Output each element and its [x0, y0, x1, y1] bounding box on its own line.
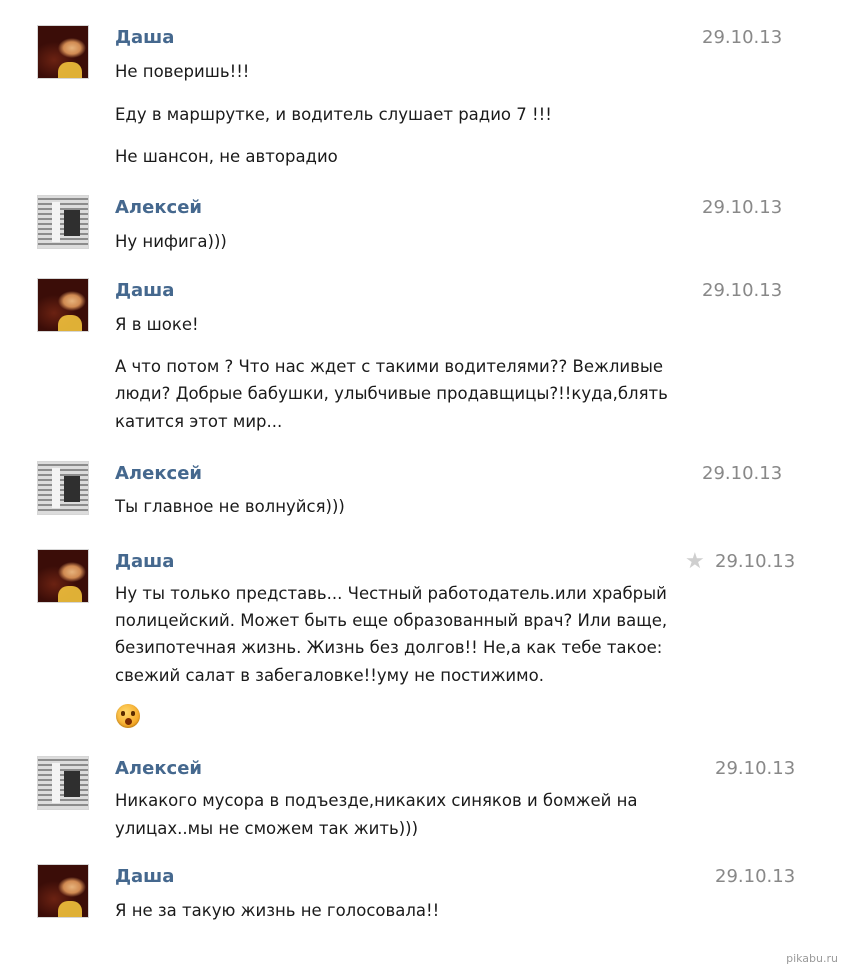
message-text-line: Не шансон, не авторадио [115, 147, 338, 166]
message-author[interactable]: Даша [115, 278, 174, 304]
message-author[interactable]: Алексей [115, 195, 202, 221]
message-date: 29.10.13 [702, 27, 783, 48]
message-text-line: Не поверишь!!! [115, 62, 250, 81]
message-text-line: Ну нифига))) [115, 232, 227, 251]
message-author[interactable]: Алексей [115, 461, 202, 487]
message-date: 29.10.13 [702, 463, 783, 484]
message-text-line: А что потом ? Что нас ждет с такими води… [115, 357, 664, 376]
avatar-alexey[interactable] [37, 461, 89, 515]
message-date: 29.10.13 [715, 758, 796, 779]
message-author[interactable]: Даша [115, 864, 174, 890]
message-author[interactable]: Даша [115, 549, 174, 575]
message-text-line: катится этот мир... [115, 412, 283, 431]
message-date: 29.10.13 [702, 280, 783, 301]
message-text-line: Я не за такую жизнь не голосовала!! [115, 901, 440, 920]
message-text-line: Я в шоке! [115, 315, 199, 334]
avatar-dasha[interactable] [37, 864, 89, 918]
message-text-line: свежий салат в забегаловке!!уму не пости… [115, 666, 544, 685]
star-icon[interactable]: ★ [685, 551, 705, 573]
message-author[interactable]: Даша [115, 25, 174, 51]
message-author[interactable]: Алексей [115, 756, 202, 782]
astonished-face-icon [116, 704, 140, 728]
message-text-line: люди? Добрые бабушки, улыбчивые продавщи… [115, 384, 668, 403]
message-text-line: Еду в маршрутке, и водитель слушает ради… [115, 105, 552, 124]
avatar-dasha[interactable] [37, 278, 89, 332]
avatar-alexey[interactable] [37, 756, 89, 810]
message-date: 29.10.13 [702, 197, 783, 218]
message-text-line: Ну ты только представь... Честный работо… [115, 584, 667, 603]
message-date: 29.10.13 [715, 866, 796, 887]
message-text-line: безипотечная жизнь. Жизнь без долгов!! Н… [115, 638, 663, 657]
avatar-dasha[interactable] [37, 549, 89, 603]
avatar-dasha[interactable] [37, 25, 89, 79]
message-text-line: улицах..мы не сможем так жить))) [115, 819, 419, 838]
message-date: 29.10.13 [715, 551, 796, 572]
message-text-line: Никакого мусора в подъезде,никаких синяк… [115, 791, 638, 810]
message-text-line: Ты главное не волнуйся))) [115, 497, 345, 516]
message-text-line: полицейский. Может быть еще образованный… [115, 611, 668, 630]
avatar-alexey[interactable] [37, 195, 89, 249]
watermark: pikabu.ru [786, 952, 838, 965]
